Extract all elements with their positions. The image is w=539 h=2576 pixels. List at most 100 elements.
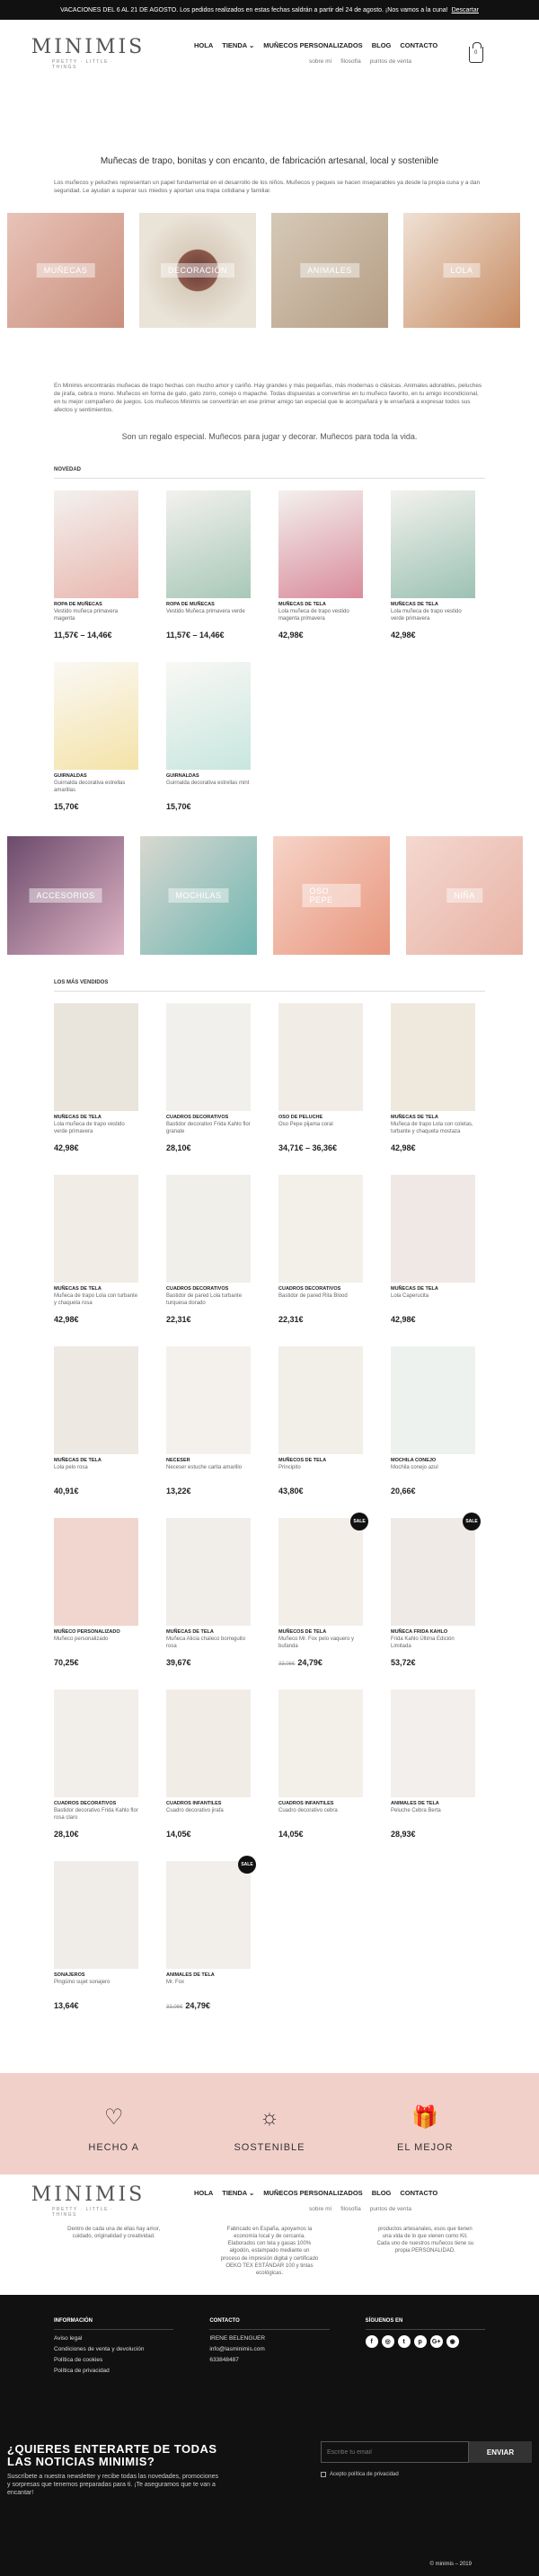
category-tile-nina[interactable]: NIÑA xyxy=(406,836,523,956)
nav-item-contacto[interactable]: CONTACTO xyxy=(400,2189,437,2197)
product-image[interactable] xyxy=(278,490,363,599)
product-name[interactable]: Muñeco Mr. Fox pelo vaquero y bufanda xyxy=(278,1636,363,1656)
category-tile-lola[interactable]: LOLA xyxy=(403,213,520,329)
privacy-checkbox[interactable]: Acepto política de privacidad xyxy=(321,2472,469,2478)
product-card[interactable]: MUÑECAS DE TELA Lola Caperucita 42,98€ xyxy=(391,1175,475,1324)
nav-item-tienda[interactable]: TIENDA ⌄ xyxy=(222,41,254,49)
footer-link-cookies[interactable]: Política de cookies xyxy=(54,2357,173,2363)
product-card[interactable]: CUADROS INFANTILES Cuadro decorativo cebr… xyxy=(278,1689,363,1839)
nav-item-personalizados[interactable]: MUÑECOS PERSONALIZADOS xyxy=(263,2189,362,2197)
logo[interactable]: MINIMIS PRETTY · LITTLE · THINGS xyxy=(31,2183,142,2218)
product-name[interactable]: Lola muñeca de trapo vestido magenta pri… xyxy=(278,609,363,629)
nav-item-blog[interactable]: BLOG xyxy=(372,2189,392,2197)
product-card[interactable]: OSO DE PELUCHE Oso Pepe pijama coral 34,71… xyxy=(278,1003,363,1152)
product-card[interactable]: ROPA DE MUÑECAS Vestido muñeca primavera … xyxy=(54,490,138,640)
product-name[interactable]: Mr. Fox xyxy=(166,1980,251,1999)
product-image[interactable] xyxy=(166,1003,251,1112)
category-tile-accesorios[interactable]: ACCESORIOS xyxy=(7,836,124,956)
product-image[interactable] xyxy=(391,1689,475,1798)
contact-email[interactable]: info@lasminimis.com xyxy=(209,2346,329,2352)
subnav-puntos-venta[interactable]: puntos de venta xyxy=(370,58,411,65)
product-card[interactable]: GUIRNALDAS Guirnalda decorativa estrellas… xyxy=(54,662,138,811)
product-card[interactable]: MUÑECAS DE TELA Lola pelo rosa 40,91€ xyxy=(54,1346,138,1495)
product-image[interactable]: SALE xyxy=(166,1856,256,1970)
product-card[interactable]: SONAJEROS Pingüino sujet sonajero 13,64€ xyxy=(54,1861,138,2010)
pinterest-icon[interactable]: p xyxy=(413,2335,427,2349)
cart-icon[interactable]: 0 xyxy=(469,42,483,63)
product-name[interactable]: Mochila conejo azul xyxy=(391,1465,475,1485)
product-name[interactable]: Muñeca Alicia chaleco borreguito rosa xyxy=(166,1636,251,1656)
product-image[interactable] xyxy=(54,662,138,771)
product-name[interactable]: Pingüino sujet sonajero xyxy=(54,1980,138,1999)
nav-item-tienda[interactable]: TIENDA ⌄ xyxy=(222,2189,254,2197)
subnav-filosofia[interactable]: filosofía xyxy=(340,2206,360,2212)
product-name[interactable]: Bastidor decorativo Frida Kahlo flor ros… xyxy=(54,1808,138,1828)
google-plus-icon[interactable]: G+ xyxy=(429,2335,443,2349)
product-card[interactable]: MUÑECOS DE TELA Principito 43,80€ xyxy=(278,1346,363,1495)
contact-phone[interactable]: 633848487 xyxy=(209,2357,329,2363)
product-name[interactable]: Lola pelo rosa xyxy=(54,1465,138,1485)
product-name[interactable]: Lola muñeca de trapo vestido verde prima… xyxy=(54,1122,138,1142)
product-image[interactable] xyxy=(278,1003,363,1112)
product-image[interactable] xyxy=(54,1175,138,1284)
product-name[interactable]: Lola muñeca de trapo vestido verde prima… xyxy=(391,609,475,629)
nav-item-hola[interactable]: HOLA xyxy=(194,2189,213,2197)
product-name[interactable]: Peluche Cebra Berta xyxy=(391,1808,475,1828)
product-card[interactable]: SALE ANIMALES DE TELA Mr. Fox 33,06€ 24,79€ xyxy=(166,1856,256,2010)
product-card[interactable]: CUADROS INFANTILES Cuadro decorativo jira… xyxy=(166,1689,251,1839)
footer-link-condiciones[interactable]: Condiciones de venta y devolución xyxy=(54,2346,173,2352)
product-image[interactable] xyxy=(166,1346,251,1455)
email-field[interactable] xyxy=(321,2441,469,2464)
product-card[interactable]: MUÑECAS DE TELA Muñeca Alicia chaleco bor… xyxy=(166,1518,251,1667)
product-image[interactable]: SALE xyxy=(391,1513,481,1627)
product-image[interactable] xyxy=(54,1346,138,1455)
product-card[interactable]: GUIRNALDAS Guirnalda decorativa estrellas… xyxy=(166,662,251,811)
nav-item-hola[interactable]: HOLA xyxy=(194,41,213,49)
product-image[interactable] xyxy=(166,490,251,599)
product-card[interactable]: MUÑECAS DE TELA Lola muñeca de trapo vest… xyxy=(278,490,363,640)
subnav-filosofia[interactable]: filosofía xyxy=(340,58,360,65)
product-image[interactable] xyxy=(166,1175,251,1284)
product-name[interactable]: Bastidor de pared Lola turbante turquesa… xyxy=(166,1293,251,1313)
footer-link-aviso-legal[interactable]: Aviso legal xyxy=(54,2335,173,2342)
category-tile-animales[interactable]: ANIMALES xyxy=(271,213,388,329)
product-image[interactable] xyxy=(166,1689,251,1798)
product-image[interactable] xyxy=(278,1346,363,1455)
product-image[interactable] xyxy=(54,1689,138,1798)
product-name[interactable]: Muñeca de trapo Lola con coletas, turban… xyxy=(391,1122,475,1142)
product-name[interactable]: Cuadro decorativo jirafa xyxy=(166,1808,251,1828)
product-card[interactable]: CUADROS DECORATIVOS Bastidor de pared Rit… xyxy=(278,1175,363,1324)
product-name[interactable]: Vestido muñeca primavera magenta xyxy=(54,609,138,629)
subnav-sobre-mi[interactable]: sobre mí xyxy=(309,58,331,65)
product-card[interactable]: NECESER Neceser estuche carita amarillo 13… xyxy=(166,1346,251,1495)
product-card[interactable]: MUÑECAS DE TELA Lola muñeca de trapo vest… xyxy=(391,490,475,640)
product-image[interactable] xyxy=(166,662,251,771)
facebook-icon[interactable]: f xyxy=(365,2335,378,2349)
nav-item-contacto[interactable]: CONTACTO xyxy=(400,41,437,49)
product-name[interactable]: Bastidor decorativo Frida Kahlo flor gra… xyxy=(166,1122,251,1142)
category-tile-decoracion[interactable]: DECORACIÓN xyxy=(139,213,256,329)
product-card[interactable]: ROPA DE MUÑECAS Vestido Muñeca primavera … xyxy=(166,490,251,640)
product-card[interactable]: CUADROS DECORATIVOS Bastidor decorativo F… xyxy=(166,1003,251,1152)
product-image[interactable] xyxy=(54,490,138,599)
twitter-icon[interactable]: t xyxy=(397,2335,411,2349)
product-image[interactable] xyxy=(166,1518,251,1627)
checkbox-icon[interactable] xyxy=(321,2472,326,2478)
product-image[interactable]: SALE xyxy=(278,1513,368,1627)
product-name[interactable]: Vestido Muñeca primavera verde xyxy=(166,609,251,629)
footer-link-privacidad[interactable]: Política de privacidad xyxy=(54,2368,173,2374)
product-image[interactable] xyxy=(278,1689,363,1798)
product-image[interactable] xyxy=(54,1003,138,1112)
product-card[interactable]: MUÑECO PERSONALIZADO Muñeco personalizado… xyxy=(54,1518,138,1667)
dismiss-link[interactable]: Descartar xyxy=(452,7,479,13)
product-name[interactable]: Muñeca de trapo Lola con turbante y chaq… xyxy=(54,1293,138,1313)
product-image[interactable] xyxy=(391,1003,475,1112)
product-name[interactable]: Principito xyxy=(278,1465,363,1485)
subscribe-button[interactable]: ENVIAR xyxy=(469,2441,532,2464)
category-tile-mochilas[interactable]: MOCHILAS xyxy=(140,836,257,956)
product-name[interactable]: Lola Caperucita xyxy=(391,1293,475,1313)
instagram-alt-icon[interactable]: ◉ xyxy=(446,2335,459,2349)
product-card[interactable]: MUÑECAS DE TELA Muñeca de trapo Lola con … xyxy=(391,1003,475,1152)
product-image[interactable] xyxy=(54,1518,138,1627)
product-image[interactable] xyxy=(391,1346,475,1455)
